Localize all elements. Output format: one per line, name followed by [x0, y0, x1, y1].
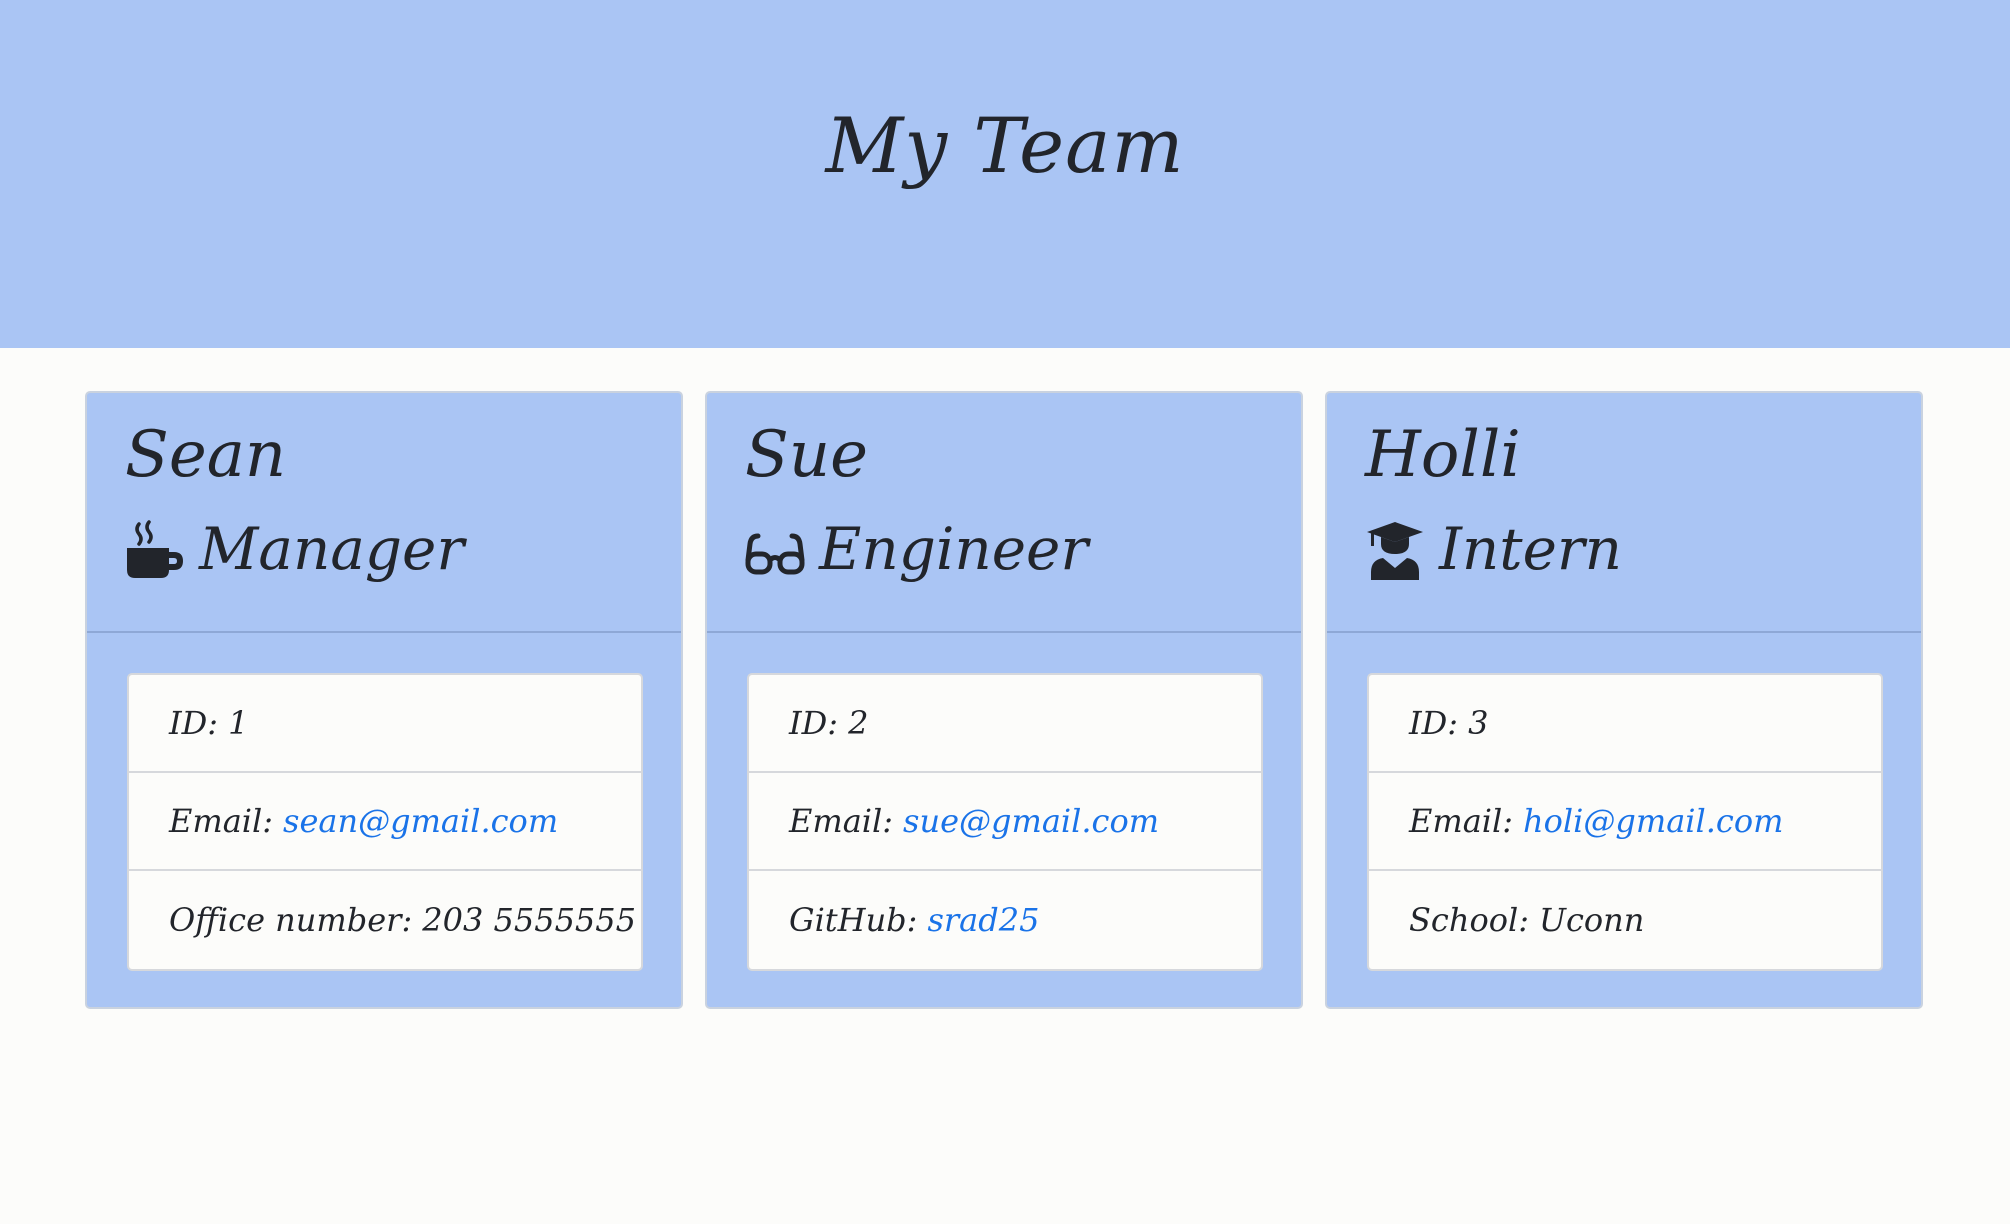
employee-role-row: Engineer — [745, 515, 1088, 585]
employee-role-row: Manager — [125, 515, 464, 585]
list-item-github: GitHub: srad25 — [749, 871, 1261, 969]
list-item-email: Email: holi@gmail.com — [1369, 773, 1881, 871]
graduate-icon — [1365, 520, 1425, 580]
employee-name: Sue — [745, 418, 868, 492]
school-label: School: — [1409, 901, 1529, 939]
employee-name: Holli — [1365, 418, 1521, 492]
id-label: ID: — [789, 704, 839, 742]
list-item-id: ID: 1 — [129, 675, 641, 773]
team-cards: Sean Manager ID: 1 Email: sean@gmail.com… — [85, 391, 1923, 1009]
employee-role-row: Intern — [1365, 515, 1622, 585]
email-link[interactable]: sean@gmail.com — [283, 802, 558, 840]
id-value: 2 — [848, 704, 869, 742]
card-header: Holli Intern — [1327, 393, 1921, 633]
glasses-icon — [745, 520, 805, 580]
list-item-id: ID: 3 — [1369, 675, 1881, 773]
list-item-office-number: Office number: 203 5555555 — [129, 871, 641, 969]
id-label: ID: — [1409, 704, 1459, 742]
card-header: Sue Engineer — [707, 393, 1301, 633]
office-number-value: 203 5555555 — [422, 901, 636, 939]
email-label: Email: — [789, 802, 894, 840]
id-value: 1 — [228, 704, 249, 742]
page-title: My Team — [825, 101, 1185, 190]
school-value: Uconn — [1539, 901, 1645, 939]
employee-card-intern: Holli Intern ID: 3 Email: holi@gmail.com… — [1325, 391, 1923, 1009]
office-number-label: Office number: — [169, 901, 413, 939]
employee-card-manager: Sean Manager ID: 1 Email: sean@gmail.com… — [85, 391, 683, 1009]
github-label: GitHub: — [789, 901, 918, 939]
email-label: Email: — [1409, 802, 1514, 840]
employee-role: Manager — [199, 515, 465, 583]
id-label: ID: — [169, 704, 219, 742]
page-header: My Team — [0, 0, 2010, 348]
list-item-email: Email: sean@gmail.com — [129, 773, 641, 871]
employee-role: Engineer — [819, 515, 1089, 583]
employee-name: Sean — [125, 418, 287, 492]
email-link[interactable]: holi@gmail.com — [1523, 802, 1783, 840]
id-value: 3 — [1468, 704, 1489, 742]
github-link[interactable]: srad25 — [927, 901, 1039, 939]
email-label: Email: — [169, 802, 274, 840]
list-item-email: Email: sue@gmail.com — [749, 773, 1261, 871]
list-item-school: School: Uconn — [1369, 871, 1881, 969]
employee-info-list: ID: 1 Email: sean@gmail.com Office numbe… — [127, 673, 643, 971]
employee-info-list: ID: 3 Email: holi@gmail.com School: Ucon… — [1367, 673, 1883, 971]
email-link[interactable]: sue@gmail.com — [903, 802, 1159, 840]
employee-card-engineer: Sue Engineer ID: 2 Email: sue@gmail.com … — [705, 391, 1303, 1009]
card-header: Sean Manager — [87, 393, 681, 633]
coffee-mug-icon — [125, 520, 185, 580]
employee-info-list: ID: 2 Email: sue@gmail.com GitHub: srad2… — [747, 673, 1263, 971]
list-item-id: ID: 2 — [749, 675, 1261, 773]
employee-role: Intern — [1439, 515, 1622, 583]
